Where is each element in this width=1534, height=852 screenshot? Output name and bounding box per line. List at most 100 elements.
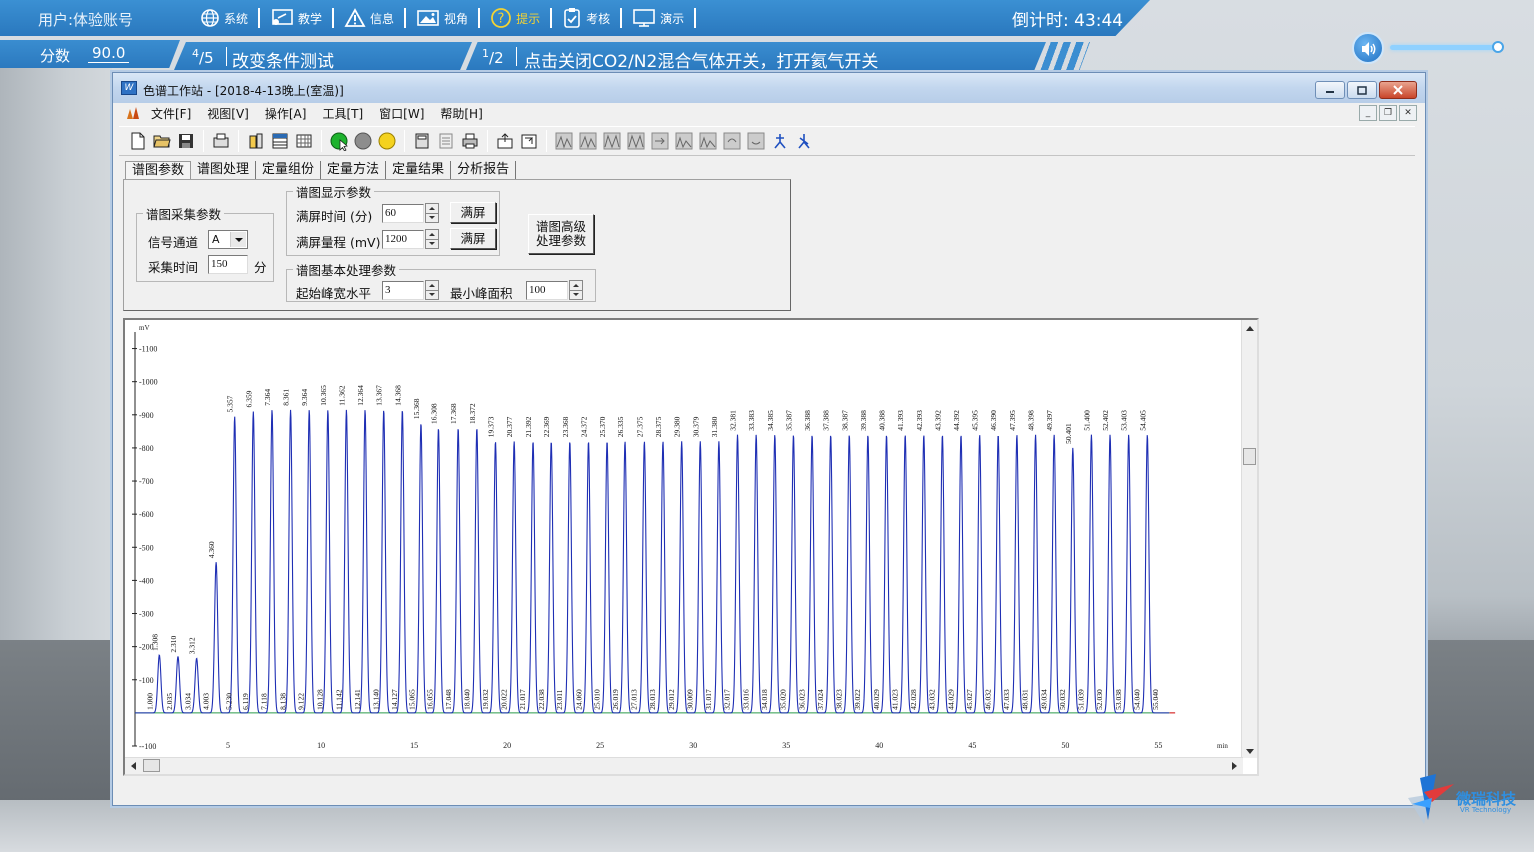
- print-setup-button[interactable]: [210, 130, 232, 152]
- advanced-processing-button[interactable]: 谱图高级 处理参数: [528, 214, 594, 254]
- valley-label: 54.040: [1133, 689, 1142, 710]
- peak-tool-7-button[interactable]: [697, 130, 719, 152]
- valley-label: 41.023: [890, 689, 899, 710]
- split-tool-button[interactable]: [793, 130, 815, 152]
- chromatogram-chart[interactable]: mV -1100 -1000 -900 -800 -700 -600 -500 -400 -300…: [125, 320, 1241, 756]
- min-area-input[interactable]: 100: [526, 281, 568, 300]
- peak-label: 9.364: [300, 389, 309, 406]
- open-button[interactable]: [151, 130, 173, 152]
- peak-tool-2-button[interactable]: [577, 130, 599, 152]
- hud-menu-demo[interactable]: 演示: [622, 8, 694, 28]
- step-major-num: 4: [192, 47, 199, 60]
- tab-spectrum-params[interactable]: 谱图参数: [125, 161, 192, 181]
- instrument-button[interactable]: [245, 130, 267, 152]
- peak-tool-6-button[interactable]: [673, 130, 695, 152]
- full-range-spinner[interactable]: [425, 229, 439, 249]
- grid-button[interactable]: [293, 130, 315, 152]
- hud-menu-label: 演示: [660, 11, 685, 26]
- maximize-button[interactable]: [1347, 81, 1377, 99]
- start-acquisition-button[interactable]: [328, 130, 350, 152]
- brand-logo-icon: [1408, 774, 1454, 824]
- full-time-input[interactable]: 60: [382, 204, 424, 223]
- hud-menu-exam[interactable]: 考核: [552, 7, 620, 29]
- hud-menu-info[interactable]: 信息: [334, 8, 404, 28]
- vertical-scrollbar[interactable]: [1241, 320, 1257, 758]
- tab-quant-results[interactable]: 定量结果: [386, 161, 452, 181]
- scroll-up-icon[interactable]: [1246, 326, 1254, 331]
- peak-tool-5-button[interactable]: [649, 130, 671, 152]
- acq-time-input[interactable]: 150: [208, 255, 248, 274]
- peak-label: 30.379: [691, 416, 700, 437]
- table-button[interactable]: [269, 130, 291, 152]
- import-button[interactable]: [518, 130, 540, 152]
- vertical-scroll-thumb[interactable]: [1243, 448, 1256, 465]
- volume-slider[interactable]: [1390, 45, 1498, 50]
- hud-menu-system[interactable]: 系统: [190, 8, 258, 28]
- peak-label: 48.398: [1027, 410, 1036, 431]
- x-tick-label: 20: [503, 741, 511, 750]
- menu-window[interactable]: 窗口[W]: [371, 105, 432, 122]
- volume-slider-handle[interactable]: [1492, 41, 1504, 53]
- menu-tools[interactable]: 工具[T]: [314, 105, 371, 122]
- stop-acquisition-button[interactable]: [352, 130, 374, 152]
- peak-icon: [699, 132, 717, 150]
- brand-logo: 微瑞科技 VR Technology: [1402, 768, 1526, 826]
- min-area-spinner[interactable]: [569, 280, 583, 300]
- undo-button[interactable]: [721, 130, 743, 152]
- menu-operate[interactable]: 操作[A]: [257, 105, 315, 122]
- window-titlebar[interactable]: W 色谱工作站 - [2018-4-13晚上(室温)]: [113, 73, 1425, 103]
- hud-menu-teach[interactable]: 教学: [260, 8, 332, 28]
- x-tick-label: 5: [226, 741, 230, 750]
- calculator-button[interactable]: [411, 130, 433, 152]
- toolbar-separator: [203, 130, 204, 152]
- hud-menu-hint[interactable]: ? 提示: [480, 7, 550, 29]
- valley-label: 18.040: [463, 689, 472, 710]
- minimize-button[interactable]: [1315, 81, 1345, 99]
- peak-tool-3-button[interactable]: [601, 130, 623, 152]
- pause-acquisition-button[interactable]: [376, 130, 398, 152]
- peak-label: 26.335: [616, 416, 625, 437]
- peak-width-input[interactable]: 3: [382, 281, 424, 300]
- hud-menu-view[interactable]: 视角: [406, 8, 478, 28]
- child-minimize-button[interactable]: _: [1359, 105, 1377, 121]
- menu-file[interactable]: 文件[F]: [143, 105, 199, 122]
- signal-channel-select[interactable]: A: [208, 230, 248, 249]
- full-range-fullscreen-button[interactable]: 满屏: [450, 228, 496, 249]
- child-restore-button[interactable]: ❐: [1379, 105, 1397, 121]
- peak-tool-1-button[interactable]: [553, 130, 575, 152]
- acq-time-unit: 分: [254, 260, 267, 275]
- horizontal-scroll-thumb[interactable]: [143, 759, 160, 772]
- valley-label: 30.009: [685, 689, 694, 710]
- redo-button[interactable]: [745, 130, 767, 152]
- valley-label: 13.140: [372, 689, 381, 710]
- horizontal-scrollbar[interactable]: [125, 757, 1243, 774]
- menu-view[interactable]: 视图[V]: [199, 105, 257, 122]
- full-time-fullscreen-button[interactable]: 满屏: [450, 202, 496, 223]
- export-button[interactable]: [494, 130, 516, 152]
- save-button[interactable]: [175, 130, 197, 152]
- full-time-spinner[interactable]: [425, 203, 439, 223]
- report-button[interactable]: [435, 130, 457, 152]
- baseline-tool-button[interactable]: [769, 130, 791, 152]
- y-tick-label: -1000: [139, 378, 158, 387]
- child-close-button[interactable]: ✕: [1399, 105, 1417, 121]
- toolbar-separator: [404, 130, 405, 152]
- print-button[interactable]: [459, 130, 481, 152]
- scroll-down-icon[interactable]: [1246, 749, 1254, 754]
- volume-button[interactable]: [1352, 32, 1384, 64]
- tab-spectrum-processing[interactable]: 谱图处理: [191, 161, 257, 181]
- peak-width-spinner[interactable]: [425, 280, 439, 300]
- scroll-right-icon[interactable]: [1232, 762, 1237, 770]
- new-button[interactable]: [127, 130, 149, 152]
- close-button[interactable]: [1379, 81, 1417, 99]
- peak-tool-4-button[interactable]: [625, 130, 647, 152]
- tab-quant-components[interactable]: 定量组份: [256, 161, 322, 181]
- menu-help[interactable]: 帮助[H]: [432, 105, 490, 122]
- tab-analysis-report[interactable]: 分析报告: [451, 161, 517, 181]
- tab-quant-method[interactable]: 定量方法: [321, 161, 387, 181]
- scroll-left-icon[interactable]: [131, 762, 136, 770]
- full-range-input[interactable]: 1200: [382, 230, 424, 249]
- hud-menu-label: 教学: [298, 11, 323, 26]
- peak-label: 46.390: [989, 410, 998, 431]
- peak-label: 44.392: [952, 410, 961, 431]
